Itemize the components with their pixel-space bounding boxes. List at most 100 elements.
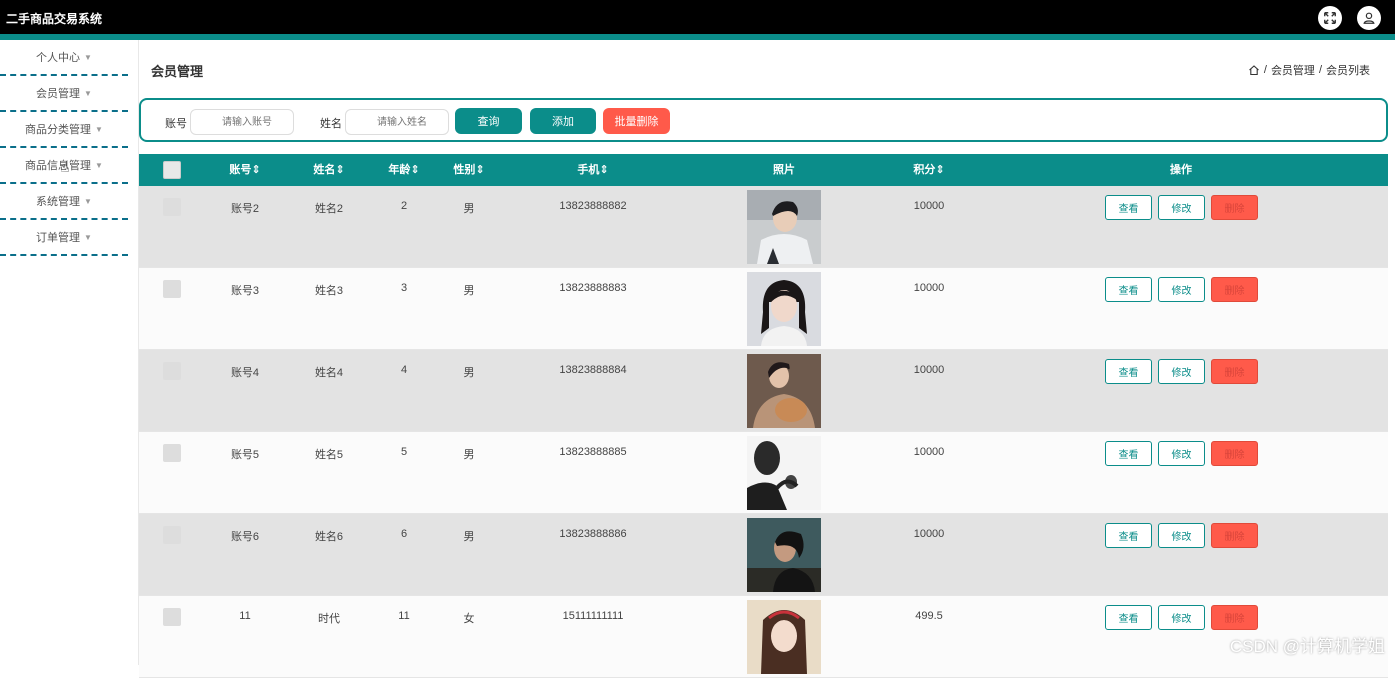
sort-icon: ⇕ — [599, 164, 608, 176]
row-checkbox[interactable] — [163, 608, 181, 626]
cell-name: 姓名6 — [299, 528, 359, 544]
delete-button[interactable]: 删除 — [1211, 605, 1258, 630]
cell-age: 2 — [374, 200, 434, 212]
table-row: 账号2 姓名2 2 男 13823888882 10000 查看 修改 删除 — [139, 186, 1388, 268]
view-button[interactable]: 查看 — [1105, 277, 1152, 302]
user-icon[interactable] — [1357, 6, 1381, 30]
delete-button[interactable]: 删除 — [1211, 277, 1258, 302]
breadcrumb: / 会员管理 / 会员列表 — [1248, 62, 1370, 78]
cell-name: 时代 — [299, 610, 359, 626]
cell-age: 3 — [374, 282, 434, 294]
member-photo — [747, 600, 821, 674]
view-button[interactable]: 查看 — [1105, 523, 1152, 548]
view-button[interactable]: 查看 — [1105, 441, 1152, 466]
column-header-points[interactable]: 积分⇕ — [899, 154, 959, 186]
sidebar-item-label: 商品分类管理 — [25, 121, 91, 137]
cell-age: 11 — [374, 610, 434, 622]
cell-age: 6 — [374, 528, 434, 540]
edit-button[interactable]: 修改 — [1158, 195, 1205, 220]
delete-button[interactable]: 删除 — [1211, 195, 1258, 220]
column-header-age[interactable]: 年龄⇕ — [374, 154, 434, 186]
breadcrumb-separator: / — [1264, 64, 1267, 76]
app-title: 二手商品交易系统 — [6, 10, 102, 27]
cell-gender: 男 — [439, 364, 499, 380]
sidebar-item-label: 订单管理 — [36, 229, 80, 245]
view-button[interactable]: 查看 — [1105, 195, 1152, 220]
view-button[interactable]: 查看 — [1105, 605, 1152, 630]
select-all-checkbox[interactable] — [163, 161, 181, 179]
column-header-photo: 照片 — [754, 154, 814, 186]
sort-icon: ⇕ — [475, 164, 484, 176]
edit-button[interactable]: 修改 — [1158, 277, 1205, 302]
row-checkbox[interactable] — [163, 444, 181, 462]
sidebar-item-system-management[interactable]: 系统管理▼ — [0, 184, 128, 220]
column-header-name[interactable]: 姓名⇕ — [299, 154, 359, 186]
search-bar: 账号 姓名 查询 添加 批量删除 — [139, 98, 1388, 142]
account-input[interactable] — [190, 109, 294, 135]
column-header-account[interactable]: 账号⇕ — [215, 154, 275, 186]
row-checkbox[interactable] — [163, 280, 181, 298]
edit-button[interactable]: 修改 — [1158, 605, 1205, 630]
member-photo — [747, 436, 821, 510]
table-row: 账号6 姓名6 6 男 13823888886 10000 查看 修改 删除 — [139, 514, 1388, 596]
name-input[interactable] — [345, 109, 449, 135]
sort-icon: ⇕ — [335, 164, 344, 176]
view-button[interactable]: 查看 — [1105, 359, 1152, 384]
breadcrumb-separator: / — [1319, 64, 1322, 76]
table-row: 11 时代 11 女 15111111111 499.5 查看 修改 删除 — [139, 596, 1388, 678]
sidebar-item-personal-center[interactable]: 个人中心▼ — [0, 40, 128, 76]
cell-account: 账号4 — [215, 364, 275, 380]
sidebar-item-label: 会员管理 — [36, 85, 80, 101]
cell-points: 10000 — [899, 282, 959, 294]
cell-gender: 男 — [439, 282, 499, 298]
cell-name: 姓名5 — [299, 446, 359, 462]
table-row: 账号3 姓名3 3 男 13823888883 10000 查看 修改 删除 — [139, 268, 1388, 350]
top-bar: 二手商品交易系统 — [0, 0, 1395, 34]
breadcrumb-item[interactable]: 会员管理 — [1271, 62, 1315, 78]
row-checkbox[interactable] — [163, 198, 181, 216]
sort-icon: ⇕ — [410, 164, 419, 176]
caret-down-icon: ▼ — [95, 161, 103, 170]
account-label: 账号 — [165, 115, 187, 131]
row-checkbox[interactable] — [163, 362, 181, 380]
column-header-label: 积分 — [913, 164, 935, 176]
delete-button[interactable]: 删除 — [1211, 523, 1258, 548]
sidebar-item-order-management[interactable]: 订单管理 ▼ — [0, 220, 128, 256]
table-row: 账号5 姓名5 5 男 13823888885 10000 查看 修改 删除 — [139, 432, 1388, 514]
column-header-label: 姓名 — [313, 164, 335, 176]
sidebar-item-member-management[interactable]: 会员管理 ▼ — [0, 76, 128, 112]
edit-button[interactable]: 修改 — [1158, 441, 1205, 466]
column-header-gender[interactable]: 性别⇕ — [439, 154, 499, 186]
edit-button[interactable]: 修改 — [1158, 523, 1205, 548]
cell-age: 4 — [374, 364, 434, 376]
query-button[interactable]: 查询 — [455, 108, 522, 134]
delete-button[interactable]: 删除 — [1211, 359, 1258, 384]
cell-gender: 女 — [439, 610, 499, 626]
cell-gender: 男 — [439, 446, 499, 462]
edit-button[interactable]: 修改 — [1158, 359, 1205, 384]
home-icon[interactable] — [1248, 64, 1260, 76]
watermark: CSDN @计算机学姐 — [1230, 632, 1385, 657]
cell-account: 账号5 — [215, 446, 275, 462]
fullscreen-icon[interactable] — [1318, 6, 1342, 30]
member-photo — [747, 272, 821, 346]
member-photo — [747, 518, 821, 592]
cell-points: 10000 — [899, 446, 959, 458]
add-button[interactable]: 添加 — [530, 108, 596, 134]
sort-icon: ⇕ — [251, 164, 260, 176]
caret-down-icon: ▼ — [84, 89, 92, 98]
batch-delete-button[interactable]: 批量删除 — [603, 108, 670, 134]
member-table: 账号⇕ 姓名⇕ 年龄⇕ 性别⇕ 手机⇕ 照片 积分⇕ 操作 账号2 姓名2 2 … — [139, 154, 1388, 678]
row-checkbox[interactable] — [163, 526, 181, 544]
cell-points: 499.5 — [899, 610, 959, 622]
column-header-label: 性别 — [453, 164, 475, 176]
cell-points: 10000 — [899, 528, 959, 540]
caret-down-icon: ▼ — [84, 233, 92, 242]
cell-phone: 13823888882 — [543, 200, 643, 212]
member-photo — [747, 354, 821, 428]
column-header-label: 账号 — [229, 164, 251, 176]
sidebar-item-category-management[interactable]: 商品分类管理▼ — [0, 112, 128, 148]
delete-button[interactable]: 删除 — [1211, 441, 1258, 466]
column-header-phone[interactable]: 手机⇕ — [553, 154, 633, 186]
hand-cursor-icon: ☝ — [60, 157, 70, 177]
